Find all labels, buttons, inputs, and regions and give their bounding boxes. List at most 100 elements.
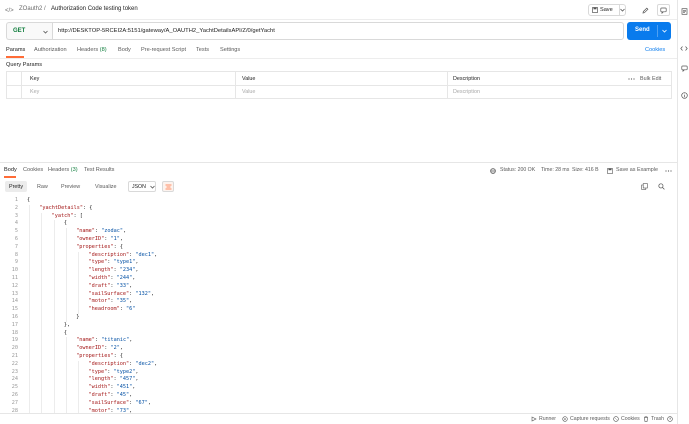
- line-number: 25: [11, 384, 18, 391]
- view-pretty[interactable]: Pretty: [5, 181, 28, 192]
- cookies-button[interactable]: Cookies: [613, 416, 640, 422]
- code-text: {: [64, 330, 67, 338]
- json-punct: : {: [113, 353, 124, 359]
- query-params-table: Key Value Description Bulk Edit Key Valu…: [6, 71, 672, 99]
- tab-body[interactable]: Body: [118, 47, 131, 53]
- search-icon[interactable]: [657, 182, 665, 190]
- code-line: 4{: [0, 220, 677, 229]
- json-key: "ownerID": [76, 236, 105, 242]
- tab-response-cookies[interactable]: Cookies: [23, 167, 43, 173]
- indent-guide: [53, 282, 55, 291]
- breadcrumb-collection[interactable]: ZOauth2: [19, 6, 42, 12]
- trash-button[interactable]: Trash: [643, 416, 664, 422]
- response-divider[interactable]: [0, 162, 677, 163]
- tab-params[interactable]: Params: [6, 47, 25, 53]
- save-button[interactable]: Save: [588, 4, 626, 16]
- info-icon[interactable]: [680, 91, 688, 99]
- json-string: "type2": [113, 368, 136, 375]
- json-string: "2": [110, 345, 120, 352]
- table-row-divider: [7, 85, 671, 86]
- code-snippet-icon[interactable]: [680, 44, 688, 52]
- bulk-edit-link[interactable]: Bulk Edit: [640, 76, 661, 82]
- tab-pre-request-script[interactable]: Pre-request Script: [141, 47, 186, 53]
- indent-guide: [78, 306, 80, 314]
- cookies-link[interactable]: Cookies: [645, 47, 665, 53]
- chevron-down-icon[interactable]: [619, 5, 625, 15]
- tab-response-body[interactable]: Body: [4, 167, 17, 173]
- view-preview[interactable]: Preview: [57, 181, 84, 192]
- indent-guide: [29, 345, 30, 353]
- format-select[interactable]: JSON: [128, 181, 156, 192]
- chevron-down-icon[interactable]: [661, 28, 668, 34]
- indent-guide: [53, 314, 55, 322]
- comment-icon[interactable]: [680, 64, 688, 72]
- json-key: "draft": [88, 282, 111, 289]
- indent-guide: [53, 368, 55, 377]
- table-col-divider: [235, 72, 236, 98]
- line-number: 1: [14, 197, 18, 203]
- indent-guide: [41, 368, 43, 377]
- line-number: 7: [14, 243, 18, 250]
- json-punct: ,: [135, 259, 139, 266]
- svg-text:</>: </>: [5, 8, 14, 14]
- documentation-icon[interactable]: [680, 7, 688, 15]
- response-time[interactable]: Time: 28 ms: [541, 167, 569, 173]
- json-key: "headroom": [88, 306, 120, 313]
- indent-guide: [41, 337, 43, 346]
- tab-headers[interactable]: Headers (8): [77, 47, 107, 53]
- request-title[interactable]: Authorization Code testing token: [51, 6, 138, 12]
- tab-response-headers[interactable]: Headers (3): [48, 167, 78, 173]
- tab-tests[interactable]: Tests: [196, 47, 209, 53]
- more-options-icon[interactable]: [664, 168, 672, 173]
- line-number: 4: [14, 220, 18, 227]
- json-punct: : [: [73, 212, 83, 219]
- runner-button[interactable]: Runner: [531, 416, 556, 422]
- response-body-code[interactable]: 1{2 "yachtDetails": {3 "yatch": [4{5 "name"…: [0, 195, 677, 413]
- response-size[interactable]: Size: 416 B: [572, 167, 599, 173]
- json-punct: {: [27, 197, 31, 203]
- comments-icon[interactable]: [657, 4, 670, 16]
- indent-guide: [65, 236, 67, 244]
- more-options-icon[interactable]: [627, 76, 635, 81]
- tab-settings[interactable]: Settings: [220, 47, 240, 53]
- code-text: "yatch": [: [52, 213, 83, 221]
- beautify-icon[interactable]: [162, 181, 174, 192]
- http-request-icon: </>: [5, 5, 15, 14]
- tab-authorization[interactable]: Authorization: [34, 47, 67, 53]
- copy-icon[interactable]: [640, 182, 648, 190]
- json-punct: ,: [150, 290, 155, 297]
- param-value-input[interactable]: Value: [242, 89, 255, 95]
- send-button[interactable]: Send: [627, 22, 671, 40]
- help-icon[interactable]: [667, 416, 673, 422]
- code-line: 15 "headroom": "6": [0, 306, 677, 314]
- chevron-down-icon: [42, 29, 48, 35]
- indent-guide: [53, 384, 55, 392]
- response-status[interactable]: Status: 200 OK: [500, 167, 535, 173]
- tab-test-results[interactable]: Test Results: [84, 167, 114, 173]
- view-visualize[interactable]: Visualize: [91, 181, 120, 192]
- param-key-input[interactable]: Key: [30, 89, 39, 95]
- edit-pencil-icon[interactable]: [639, 4, 651, 16]
- line-number: 20: [11, 345, 18, 352]
- indent-guide: [29, 212, 30, 221]
- indent-guide: [29, 314, 30, 322]
- globe-icon[interactable]: [489, 167, 496, 174]
- indent-guide: [65, 360, 67, 369]
- indent-guide: [41, 392, 43, 400]
- json-key: "sailSurface": [88, 290, 130, 297]
- json-key: "properties": [76, 353, 114, 359]
- save-as-example-button[interactable]: Save as Example: [616, 167, 658, 173]
- indent-guide: [29, 353, 30, 361]
- indent-guide: [65, 259, 67, 268]
- param-description-input[interactable]: Description: [453, 89, 480, 95]
- json-punct: ,: [123, 228, 127, 235]
- capture-requests-button[interactable]: Capture requests: [562, 416, 610, 422]
- json-key: "type": [88, 368, 108, 375]
- view-raw[interactable]: Raw: [33, 181, 52, 192]
- method-select[interactable]: GET: [6, 22, 52, 40]
- indent-guide: [65, 228, 67, 236]
- json-key: "description": [88, 360, 130, 367]
- json-punct: ,: [147, 399, 151, 406]
- indent-guide: [65, 399, 67, 408]
- url-input[interactable]: http://DESKTOP-5RCEI2A:5151/gateway/A_OA…: [52, 22, 624, 40]
